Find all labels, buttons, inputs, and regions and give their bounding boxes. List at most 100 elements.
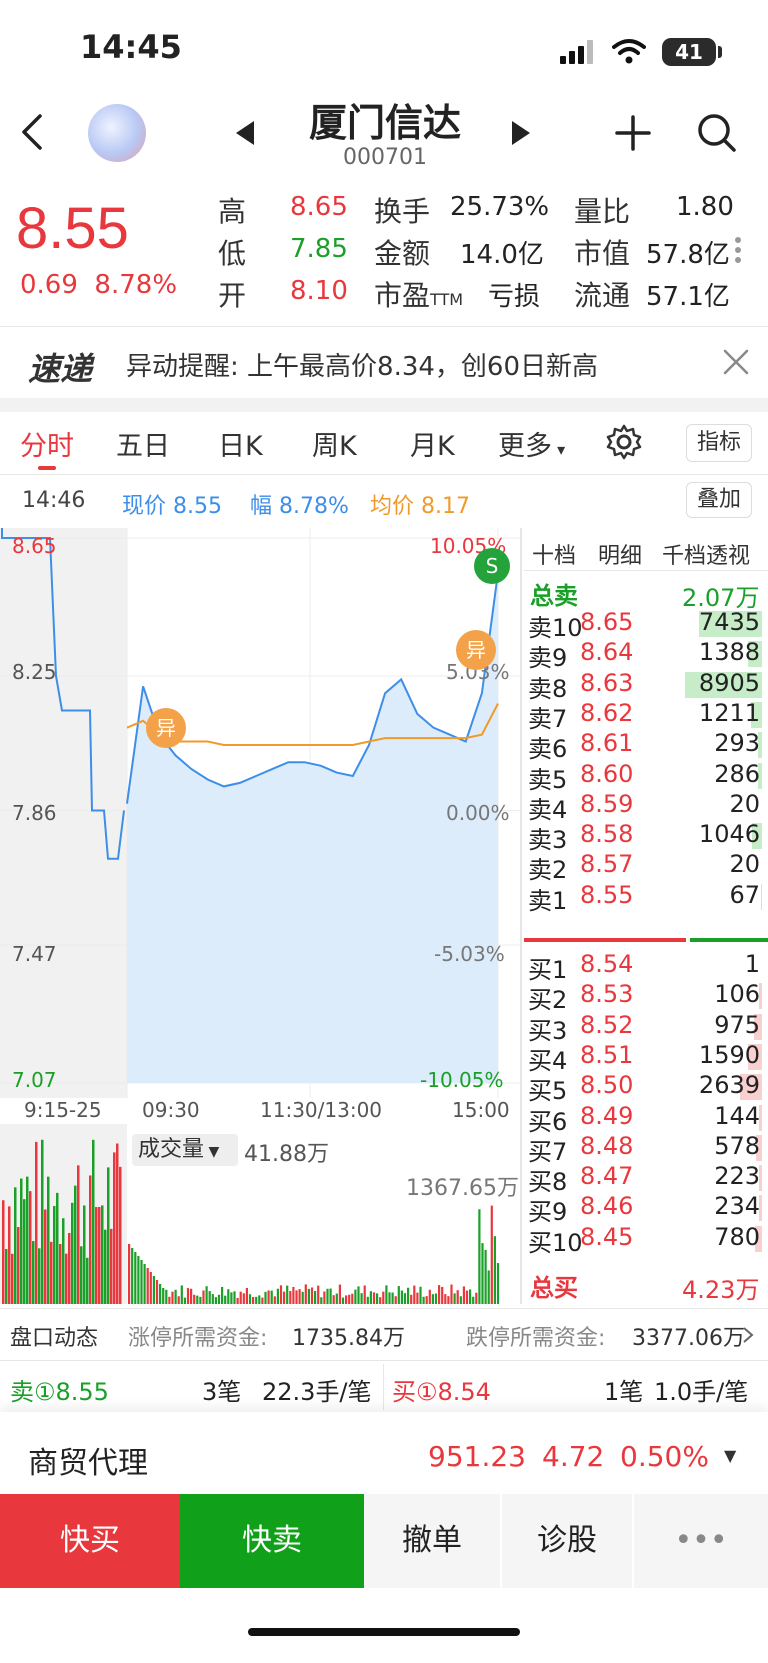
level-price: 8.53 (580, 980, 634, 1009)
bid-row[interactable]: 买2 8.53 106 (524, 980, 768, 1014)
tab-five-day[interactable]: 五日 (116, 424, 170, 463)
ask-row[interactable]: 卖8 8.63 8905 (524, 668, 768, 703)
cancel-order-button[interactable]: 撤单 (364, 1494, 500, 1588)
sell-total-label: 总卖 (530, 582, 578, 610)
indicator-button[interactable]: 指标 (686, 424, 752, 462)
divider (0, 1308, 768, 1309)
volume-bar (410, 1294, 413, 1304)
volume-bar (186, 1288, 190, 1304)
back-icon[interactable] (18, 112, 44, 152)
volume-bar (177, 1296, 180, 1304)
volume-bar (456, 1290, 459, 1304)
info-price: 现价 8.55 (122, 494, 222, 519)
diagnose-button[interactable]: 诊股 (502, 1494, 632, 1588)
open-label: 开 (218, 279, 247, 312)
search-icon[interactable] (696, 112, 738, 154)
ask-row[interactable]: 卖1 8.55 67 (524, 881, 768, 915)
price-axis-label: 8.25 (12, 660, 57, 684)
level-volume: 1590 (698, 1040, 760, 1069)
prev-stock-icon[interactable] (232, 118, 258, 148)
bid-row[interactable]: 买5 8.50 2639 (524, 1071, 768, 1105)
volume-bar (41, 1139, 44, 1304)
volume-selector[interactable]: 成交量 ▼ (132, 1134, 238, 1166)
volume-bar (221, 1286, 224, 1304)
gear-icon[interactable] (606, 424, 642, 460)
volume-bar (171, 1291, 174, 1304)
volume-bar (317, 1285, 320, 1304)
sell-signal-marker[interactable]: S (474, 548, 510, 584)
ob-tab-ten-levels[interactable]: 十档 (532, 538, 576, 570)
volume-bar (363, 1285, 366, 1304)
level-volume: 8905 (698, 668, 760, 697)
ob-tab-details[interactable]: 明细 (598, 538, 642, 570)
volume-bar (119, 1166, 122, 1304)
avatar[interactable] (88, 104, 146, 162)
anomaly-marker[interactable]: 异 (456, 630, 496, 670)
add-watchlist-icon[interactable] (614, 114, 652, 152)
bid-row[interactable]: 买10 8.45 780 (524, 1223, 768, 1257)
bid-row[interactable]: 买1 8.54 1 (524, 950, 768, 984)
status-time: 14:45 (80, 28, 182, 66)
level-price: 8.50 (580, 1071, 634, 1100)
volume-bar (425, 1296, 428, 1304)
tab-monthly-k[interactable]: 月K (410, 424, 455, 463)
volume-bar (369, 1291, 372, 1304)
chevron-down-icon[interactable]: ▼ (724, 1446, 736, 1465)
quick-sell-button[interactable]: 快卖 (180, 1494, 364, 1588)
bid-row[interactable]: 买6 8.49 144 (524, 1101, 768, 1136)
sell-one-count: 3笔 (202, 1378, 242, 1406)
ask-row[interactable]: 卖3 8.58 1046 (524, 820, 768, 854)
ask-row[interactable]: 卖2 8.57 20 (524, 850, 768, 884)
chevron-right-icon[interactable] (742, 1326, 754, 1344)
ask-row[interactable]: 卖9 8.64 1388 (524, 638, 768, 672)
turnover-value: 25.73% (450, 192, 550, 222)
tab-daily-k[interactable]: 日K (218, 424, 263, 463)
ask-row[interactable]: 卖4 8.59 20 (524, 790, 768, 824)
level-volume: 144 (714, 1101, 760, 1130)
volume-bar (65, 1253, 68, 1304)
anomaly-marker[interactable]: 异 (146, 708, 186, 748)
quick-buy-button[interactable]: 快买 (0, 1494, 180, 1588)
info-time: 14:46 (22, 488, 86, 513)
volume-bar (168, 1296, 171, 1304)
tab-weekly-k[interactable]: 周K (312, 424, 357, 463)
ask-row[interactable]: 卖6 8.61 293 (524, 729, 768, 763)
volume-bar (431, 1294, 434, 1304)
overlay-button[interactable]: 叠加 (686, 482, 752, 518)
volume-bar (441, 1286, 444, 1304)
volume-bar (286, 1285, 289, 1304)
volume-bar (95, 1207, 98, 1304)
volume-bar (50, 1241, 53, 1304)
tab-intraday[interactable]: 分时 (20, 424, 74, 463)
volume-bar (128, 1244, 131, 1304)
next-stock-icon[interactable] (508, 118, 534, 148)
pct-axis-label: -5.03% (434, 942, 505, 966)
volume-bar (341, 1297, 345, 1304)
volume-bar (295, 1290, 298, 1304)
volume-bar (110, 1228, 113, 1304)
bid-row[interactable]: 买9 8.46 234 (524, 1192, 768, 1226)
ob-tab-depth[interactable]: 千档透视 (662, 538, 750, 570)
ask-row[interactable]: 卖7 8.62 1211 (524, 698, 768, 733)
tab-more[interactable]: 更多 ▾ (498, 424, 565, 463)
ask-row[interactable]: 卖10 8.65 7435 (524, 608, 768, 642)
volume-bar (351, 1293, 354, 1304)
more-vertical-icon[interactable] (734, 236, 742, 264)
amount-value: 14.0亿 (460, 240, 544, 270)
more-button[interactable]: ••• (634, 1494, 768, 1588)
bid-row[interactable]: 买8 8.47 223 (524, 1162, 768, 1196)
bid-row[interactable]: 买3 8.52 975 (524, 1011, 768, 1045)
volume-bar (35, 1141, 38, 1304)
info-avg-price: 均价 8.17 (370, 494, 470, 519)
flow-label: 盘口动态 (10, 1326, 99, 1351)
alert-text[interactable]: 异动提醒: 上午最高价8.34，创60日新高 (126, 346, 598, 383)
intraday-chart[interactable] (0, 528, 520, 1098)
ask-row[interactable]: 卖5 8.60 286 (524, 760, 768, 794)
volume-bar (345, 1295, 348, 1304)
bid-row[interactable]: 买4 8.51 1590 (524, 1040, 768, 1075)
volume-bar (469, 1289, 472, 1304)
level-volume: 1211 (698, 698, 760, 727)
bid-row[interactable]: 买7 8.48 578 (524, 1132, 768, 1166)
divider (0, 1360, 768, 1361)
close-icon[interactable] (722, 348, 750, 376)
